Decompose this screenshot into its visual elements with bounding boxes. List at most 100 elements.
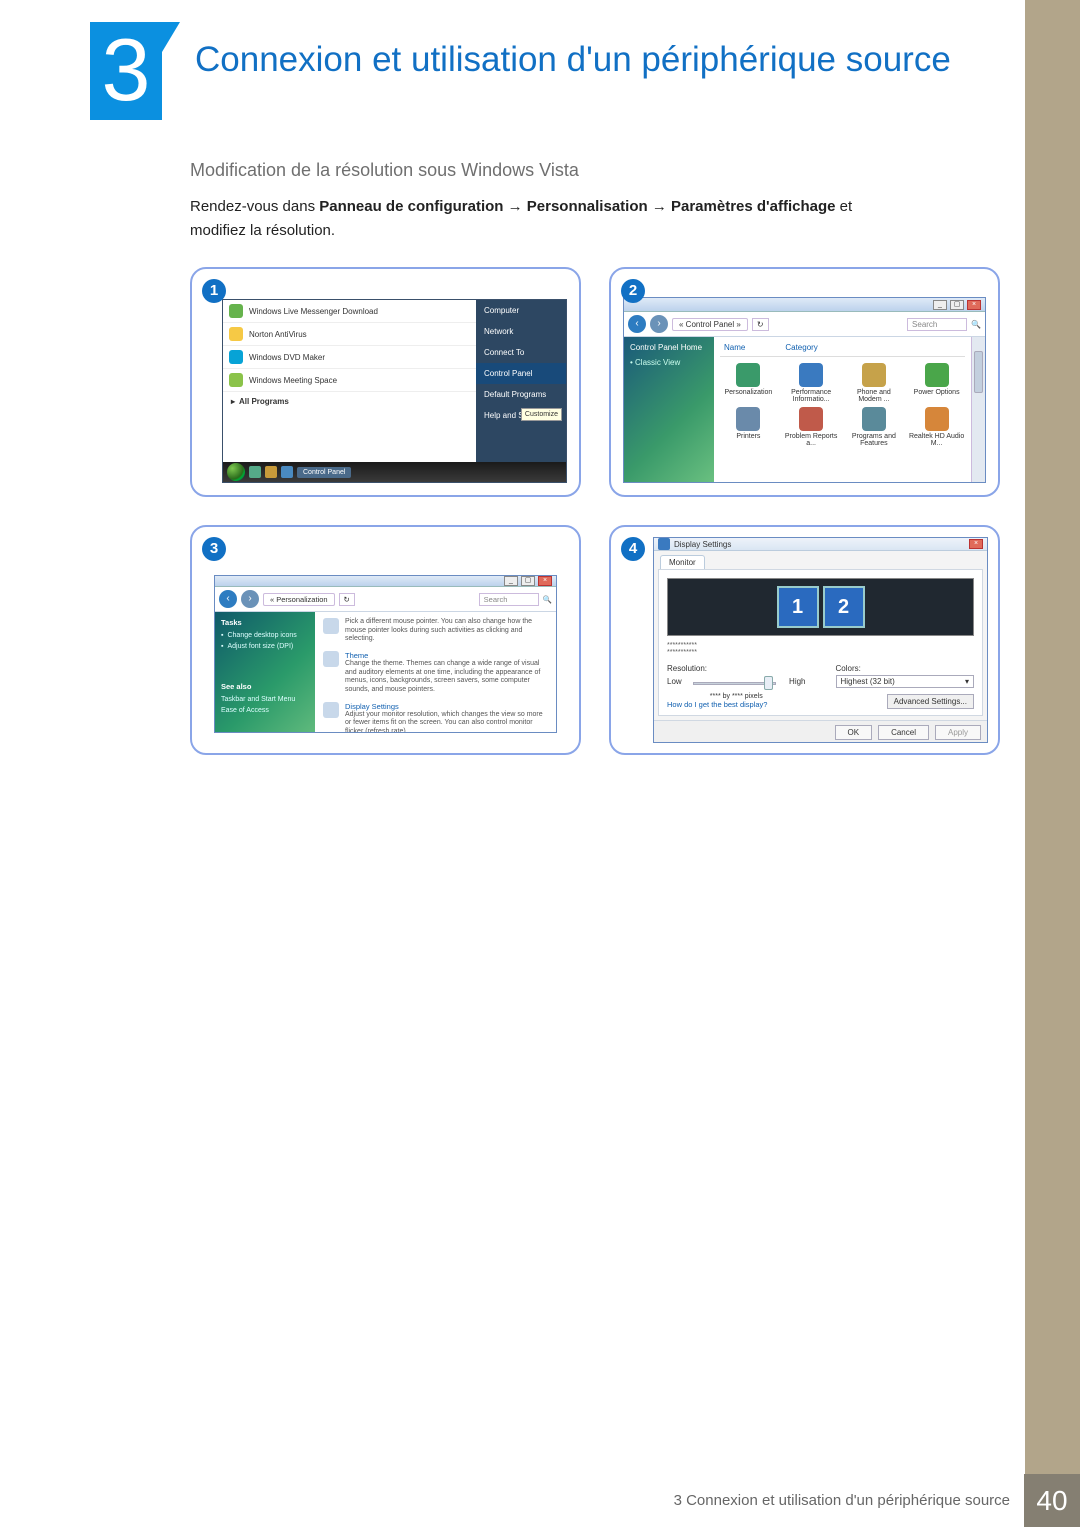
- cp-item[interactable]: Phone and Modem ...: [846, 363, 903, 403]
- close-button[interactable]: ×: [967, 300, 981, 310]
- cp-item-label: Programs and Features: [846, 433, 903, 447]
- apply-button[interactable]: Apply: [935, 725, 981, 740]
- arrow-2: →: [652, 198, 667, 215]
- cp-item[interactable]: Performance Informatio...: [783, 363, 840, 403]
- breadcrumb[interactable]: « Personalization: [263, 593, 335, 606]
- cp-classic-link[interactable]: • Classic View: [630, 356, 708, 369]
- minimize-button[interactable]: _: [504, 576, 518, 586]
- item-icon: [323, 618, 339, 634]
- cp-item[interactable]: Power Options: [908, 363, 965, 403]
- cp-item-label: Problem Reports a...: [783, 433, 840, 447]
- resolution-slider[interactable]: Low High: [667, 675, 806, 691]
- dvd-icon: [229, 350, 243, 364]
- right-item[interactable]: Default Programs: [476, 384, 566, 405]
- col-category[interactable]: Category: [785, 343, 817, 352]
- refresh-button[interactable]: ↻: [339, 593, 355, 606]
- colors-label: Colors:: [836, 664, 975, 673]
- search-field[interactable]: Search: [907, 318, 967, 331]
- cp-item-label: Performance Informatio...: [783, 389, 840, 403]
- page-footer: 3 Connexion et utilisation d'un périphér…: [0, 1474, 1080, 1527]
- personalization-item[interactable]: ThemeChange the theme. Themes can change…: [323, 651, 548, 694]
- right-item[interactable]: Computer: [476, 300, 566, 321]
- all-programs-label: All Programs: [239, 397, 289, 406]
- cp-item[interactable]: Printers: [720, 407, 777, 447]
- close-button[interactable]: ×: [538, 576, 552, 586]
- footer-chapter-text: 3 Connexion et utilisation d'un périphér…: [660, 1474, 1024, 1527]
- back-button[interactable]: ‹: [219, 590, 237, 608]
- scrollbar[interactable]: [971, 337, 985, 482]
- cp-home-link[interactable]: Control Panel Home: [630, 343, 708, 352]
- help-link[interactable]: How do I get the best display?: [667, 700, 806, 709]
- item-desc: Pick a different mouse pointer. You can …: [345, 618, 548, 643]
- start-item[interactable]: Norton AntiVirus: [223, 323, 476, 346]
- cp-item-icon: [736, 363, 760, 387]
- cp-item[interactable]: Programs and Features: [846, 407, 903, 447]
- cp-item-label: Personalization: [720, 389, 777, 396]
- col-name[interactable]: Name: [724, 343, 745, 352]
- maximize-button[interactable]: ▢: [521, 576, 535, 586]
- breadcrumb[interactable]: « Control Panel »: [672, 318, 748, 331]
- task-link[interactable]: ▪Adjust font size (DPI): [221, 641, 309, 652]
- close-button[interactable]: ×: [969, 539, 983, 549]
- step-2: 2 _ ▢ × ‹ › « Control Panel » ↻ Search 🔍: [609, 267, 1000, 497]
- back-button[interactable]: ‹: [628, 315, 646, 333]
- personalization-item[interactable]: Pick a different mouse pointer. You can …: [323, 618, 548, 643]
- resolution-value: **** by **** pixels: [667, 693, 806, 700]
- slider-thumb[interactable]: [764, 676, 773, 690]
- see-also-link[interactable]: Ease of Access: [221, 705, 309, 716]
- desktop-icon: ▪: [221, 632, 223, 639]
- taskbar-item[interactable]: Control Panel: [297, 467, 351, 478]
- forward-button[interactable]: ›: [241, 590, 259, 608]
- start-menu-left: Windows Live Messenger Download Norton A…: [223, 300, 476, 482]
- all-programs[interactable]: ▸ All Programs: [223, 392, 476, 411]
- cp-item-label: Power Options: [908, 389, 965, 396]
- start-item[interactable]: Windows Live Messenger Download: [223, 300, 476, 323]
- ok-button[interactable]: OK: [835, 725, 873, 740]
- cp-sidebar: Control Panel Home • Classic View: [624, 337, 714, 482]
- page-number: 40: [1024, 1474, 1080, 1527]
- quick-launch-icon[interactable]: [265, 466, 277, 478]
- advanced-button[interactable]: Advanced Settings...: [887, 694, 974, 709]
- cp-item[interactable]: Realtek HD Audio M...: [908, 407, 965, 447]
- quick-launch-icon[interactable]: [281, 466, 293, 478]
- start-item[interactable]: Windows Meeting Space: [223, 369, 476, 392]
- search-field[interactable]: Search: [479, 593, 539, 606]
- msn-icon: [229, 304, 243, 318]
- monitor-1[interactable]: 1: [777, 586, 819, 628]
- right-item[interactable]: Network: [476, 321, 566, 342]
- maximize-button[interactable]: ▢: [950, 300, 964, 310]
- search-icon: 🔍: [543, 595, 552, 604]
- refresh-button[interactable]: ↻: [752, 318, 769, 331]
- cp-item-icon: [862, 363, 886, 387]
- right-item[interactable]: Connect To: [476, 342, 566, 363]
- checkbox-row[interactable]: ***********: [667, 642, 974, 649]
- cp-item[interactable]: Problem Reports a...: [783, 407, 840, 447]
- see-also-link[interactable]: Taskbar and Start Menu: [221, 694, 309, 705]
- quick-launch-icon[interactable]: [249, 466, 261, 478]
- tooltip: Customize: [521, 408, 562, 421]
- monitor-tab[interactable]: Monitor: [660, 555, 705, 569]
- monitor-2[interactable]: 2: [823, 586, 865, 628]
- personalization-item[interactable]: Display SettingsAdjust your monitor reso…: [323, 702, 548, 733]
- triangle-icon: ▸: [231, 397, 235, 406]
- cp-main: Name Category Personalization Performance …: [714, 337, 971, 482]
- cancel-button[interactable]: Cancel: [878, 725, 929, 740]
- task-link[interactable]: ▪Change desktop icons: [221, 630, 309, 641]
- cp-item-icon: [925, 363, 949, 387]
- intro-prefix: Rendez-vous dans: [190, 198, 319, 215]
- path-display-settings: Paramètres d'affichage: [671, 198, 835, 215]
- cp-item-label: Phone and Modem ...: [846, 389, 903, 403]
- section-heading: Modification de la résolution sous Windo…: [190, 160, 1000, 181]
- colors-select[interactable]: Highest (32 bit)▾: [836, 675, 975, 688]
- checkbox-row[interactable]: ***********: [667, 649, 974, 656]
- forward-button[interactable]: ›: [650, 315, 668, 333]
- start-item[interactable]: Windows DVD Maker: [223, 346, 476, 369]
- start-orb-icon[interactable]: [227, 463, 245, 481]
- chevron-down-icon: ▾: [965, 677, 969, 686]
- cp-item[interactable]: Personalization: [720, 363, 777, 403]
- see-also-heading: See also: [221, 682, 309, 691]
- cp-item-icon: [736, 407, 760, 431]
- right-item-control-panel[interactable]: Control Panel: [476, 363, 566, 384]
- minimize-button[interactable]: _: [933, 300, 947, 310]
- dialog-buttons: OK Cancel Apply: [654, 720, 987, 743]
